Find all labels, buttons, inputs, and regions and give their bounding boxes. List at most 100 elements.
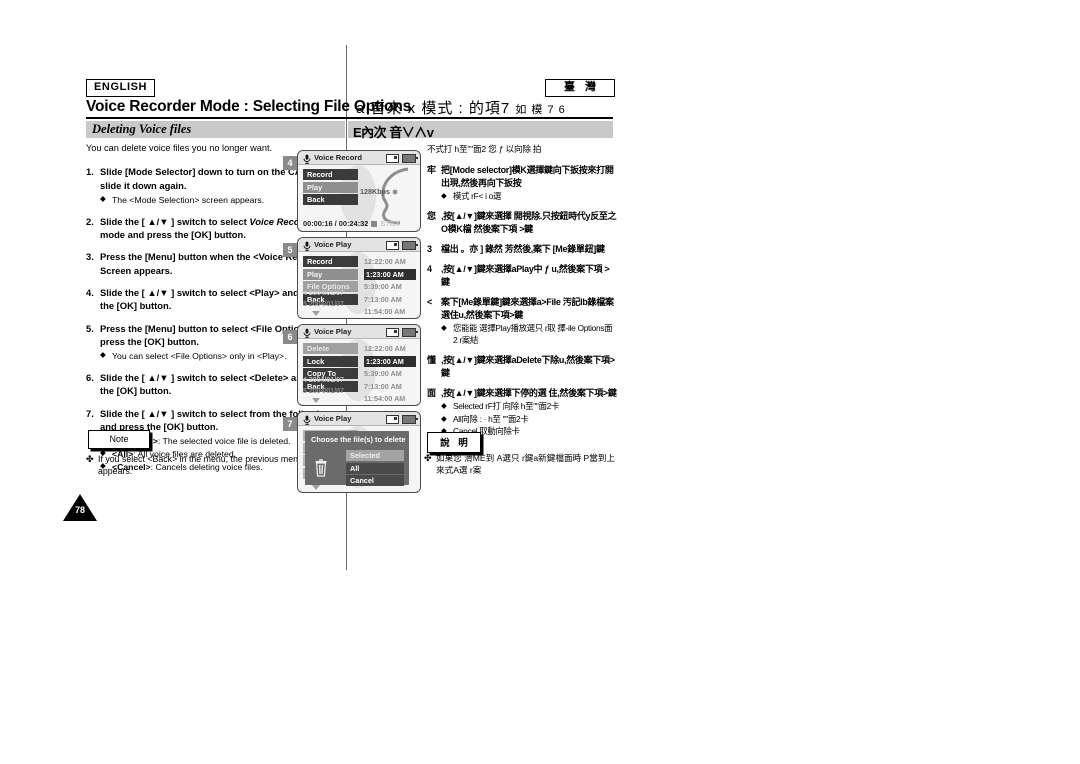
- step-reference-chip: 6: [283, 330, 297, 344]
- step-bullet-text: The <Mode Selection> screen appears.: [112, 194, 265, 205]
- lcd-menu-item[interactable]: Play: [303, 181, 358, 193]
- lcd-file-row: 5 2004/01/07: [303, 301, 344, 308]
- lcd-menu-list[interactable]: Delete Lock Copy To Back: [303, 343, 358, 393]
- dialog-option[interactable]: All: [346, 462, 404, 474]
- lcd-screen-title: Voice Play: [314, 327, 352, 336]
- step-text-chinese: ,按[▲/▼]鍵來選擇aPlay中 ƒ u,然後案下項 > 鍵: [441, 264, 610, 288]
- step-body-chinese: ,按[▲/▼]鍵來選擇aPlay中 ƒ u,然後案下項 > 鍵: [441, 263, 617, 289]
- lcd-file-row-partial: 4 2004/01/07: [303, 290, 344, 297]
- step-number: 5.: [86, 322, 94, 334]
- step-reference-chip: 4: [283, 156, 297, 170]
- step-text-chinese: ,按[▲/▼]鍵來選擇 開視除.只按鈕時代y反至之O模K檔 然後案下項 >鍵: [441, 210, 617, 234]
- diamond-bullet-icon: ◆: [441, 413, 447, 423]
- lcd-file-time[interactable]: 12:22:00 AM: [364, 343, 416, 354]
- step-bullet-chinese: ◆ All向除 : · h至 ""面2卡: [441, 414, 617, 426]
- lcd-file-time[interactable]: 11:54:00 AM: [364, 393, 416, 404]
- lcd-file-time[interactable]: 12:22:00 AM: [364, 256, 416, 267]
- lcd-screen: Voice Play Choose the file(s) to delete Se…: [297, 411, 421, 493]
- device-screenshot: 6 Voice Play Delete Lock Copy To Back 12:22:00…: [283, 324, 423, 408]
- microphone-icon: [303, 415, 311, 425]
- step-bullet-text-chinese: Selected rF打 向除 h至""面2卡: [453, 400, 560, 411]
- dialog-option[interactable]: Cancel: [346, 475, 404, 486]
- step-number-chinese: 3: [427, 243, 432, 254]
- lcd-menu-item[interactable]: Record: [303, 169, 358, 180]
- lcd-file-time[interactable]: 1:23:00 AM: [364, 268, 416, 280]
- lcd-file-time[interactable]: 11:54:00 AM: [364, 306, 416, 317]
- step-number-chinese: <: [427, 297, 432, 308]
- lcd-menu-list[interactable]: Record Play File Options Back: [303, 256, 358, 306]
- diamond-bullet-icon: ◆: [441, 400, 447, 410]
- microphone-icon: [303, 328, 311, 338]
- scroll-down-icon[interactable]: [312, 311, 320, 316]
- battery-icon: [402, 415, 418, 424]
- step-bullet-text-chinese: All向除 : · h至 ""面2卡: [453, 413, 529, 424]
- lcd-elapsed-total-time: 00:00:16 / 00:24:32: [303, 219, 369, 228]
- dialog-option[interactable]: Selected: [346, 450, 404, 461]
- lcd-status-line: 00:00:16 / 00:24:32 STBY: [303, 219, 400, 228]
- step-reference-chip: 7: [283, 417, 297, 431]
- head-profile-icon: [362, 167, 420, 225]
- instruction-step-chinese: 懂 ,按[▲/▼]鍵來選擇aDelete下除u,然後案下項>鍵: [427, 354, 617, 380]
- step-number-chinese: 牢: [427, 165, 436, 176]
- lcd-file-time[interactable]: 5:39:00 AM: [364, 368, 416, 379]
- lcd-content: Record Play File Options Back 12:22:00 AM 1:2…: [298, 252, 420, 317]
- instruction-step-chinese: < 案下[Me錄單鍵]鍵來選擇a>File 汚記lb錄檔案選住u,然後案下項>鍵 ◆…: [427, 296, 617, 347]
- lcd-title-bar: Voice Record: [298, 151, 420, 165]
- lcd-file-time[interactable]: 5:39:00 AM: [364, 281, 416, 292]
- lcd-file-time[interactable]: 7:13:00 AM: [364, 294, 416, 305]
- instruction-step-chinese: 面 ,按[▲/▼]鍵來選擇下停的選 住,然後案下項>鍵 ◆ Selected rF打 …: [427, 387, 617, 438]
- page-title-chinese: a 音來 x 模式 : 的項7 如 模 7 6: [356, 97, 566, 118]
- diamond-bullet-icon: ◆: [441, 191, 447, 201]
- step-bullet-text-chinese: 模式 rF< i o選: [453, 191, 502, 202]
- lcd-menu-item[interactable]: Lock: [303, 355, 358, 367]
- step-body-chinese: ,按[▲/▼]鍵來選擇 開視除.只按鈕時代y反至之O模K檔 然後案下項 >鍵: [441, 210, 617, 236]
- lcd-title-bar: Voice Play: [298, 325, 420, 339]
- lcd-menu-item[interactable]: Record: [303, 256, 358, 267]
- scroll-down-icon[interactable]: [312, 485, 320, 490]
- step-body-chinese: 案下[Me錄單鍵]鍵來選擇a>File 汚記lb錄檔案選住u,然後案下項>鍵 ◆ 您…: [441, 296, 617, 347]
- note-text-block-chinese: ✤ 如果您 滑ME到 A選只 r鍵a新鍵檔面時 P當到上來式A選 r案: [424, 452, 619, 477]
- right-column: 不式打 h至""面2 您 ƒ 以向除 拍 牢把[Mode selector]模K…: [427, 143, 617, 445]
- step-text-chinese: ,按[▲/▼]鍵來選擇aDelete下除u,然後案下項>鍵: [441, 354, 615, 378]
- lcd-status-icons: [386, 328, 418, 337]
- delete-confirm-dialog: Choose the file(s) to delete Selected All C…: [305, 431, 409, 488]
- lcd-file-time-list[interactable]: 12:22:00 AM 1:23:00 AM 5:39:00 AM 7:13:00 A…: [364, 343, 416, 405]
- lcd-status-icons: [386, 154, 418, 163]
- language-badge: ENGLISH: [86, 79, 156, 97]
- lcd-file-row-partial: 4 2004/01/07: [303, 377, 344, 384]
- step-number-chinese: 面: [427, 387, 436, 398]
- scroll-down-icon[interactable]: [312, 398, 320, 403]
- lcd-screen: Voice Play Delete Lock Copy To Back 12:22:00 …: [297, 324, 421, 406]
- step-text-pre: Slide the [ ▲/▼ ] switch to select: [100, 215, 250, 227]
- step-text-chinese: 檔出 。亦 ] 錄然 芳然後,案下 [Me錄單鈕]鍵: [441, 243, 605, 254]
- lcd-menu-item[interactable]: Play: [303, 268, 358, 280]
- step-number: 6.: [86, 371, 94, 383]
- lcd-status-icons: [386, 241, 418, 250]
- step-number: 2.: [86, 215, 94, 227]
- lcd-file-time-list[interactable]: 12:22:00 AM 1:23:00 AM 5:39:00 AM 7:13:00 A…: [364, 256, 416, 318]
- lcd-screen-title: Voice Play: [314, 414, 352, 423]
- step-bullet-chinese: ◆ 模式 rF< i o選: [441, 191, 617, 203]
- lcd-file-time[interactable]: 1:23:00 AM: [364, 355, 416, 367]
- step-bullet-chinese: ◆ Selected rF打 向除 h至""面2卡: [441, 401, 617, 413]
- dialog-option-list[interactable]: Selected All Cancel: [346, 450, 404, 488]
- step-number-chinese: 4: [427, 264, 432, 275]
- lcd-menu-item[interactable]: Delete: [303, 343, 358, 354]
- step-text-chinese: ,按[▲/▼]鍵來選擇下停的選 住,然後案下項>鍵: [441, 387, 617, 398]
- lcd-menu-item[interactable]: Back: [303, 194, 358, 205]
- step-body-chinese: 把[Mode selector]模K選擇鍵向下扳按來打開出現,然後再向下扳按 ◆ 模…: [441, 164, 617, 203]
- lcd-file-row: 5 2004/01/07: [303, 388, 344, 395]
- microphone-icon: [303, 154, 311, 164]
- page-number: 78: [74, 505, 85, 515]
- manual-page: ENGLISH 臺灣 Voice Recorder Mode : Selecti…: [0, 0, 1080, 764]
- note-label-box: Note: [88, 430, 150, 449]
- instruction-step-chinese: 3 檔出 。亦 ] 錄然 芳然後,案下 [Me錄單鈕]鍵: [427, 243, 617, 256]
- device-screenshot: 7 Voice Play Choose the file(s) to delete S…: [283, 411, 423, 495]
- microphone-icon: [303, 241, 311, 251]
- lcd-file-time[interactable]: 7:13:00 AM: [364, 381, 416, 392]
- lcd-menu-list[interactable]: Record Play Back: [303, 169, 358, 207]
- lcd-screen: Voice Record Record Play Back 128Kbps 00:00:1…: [297, 150, 421, 232]
- lcd-content: Record Play Back 128Kbps 00:00:16 / 00:24:32…: [298, 165, 420, 230]
- step-number: 1.: [86, 166, 94, 178]
- device-screenshot-column: 4 Voice Record Record Play Back 128Kbps 00:00:…: [283, 150, 423, 498]
